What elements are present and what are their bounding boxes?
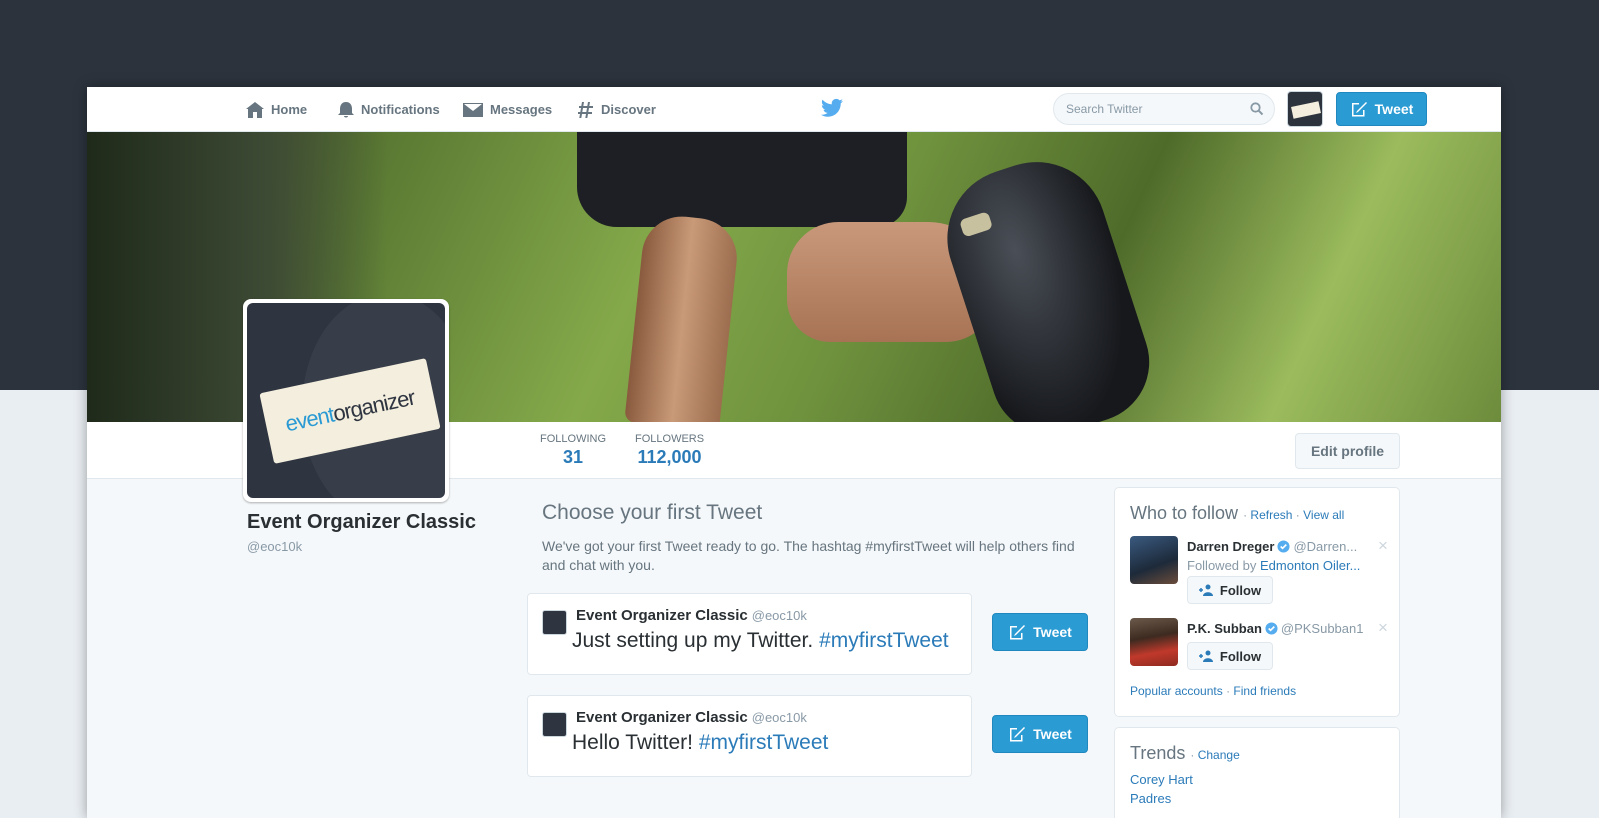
follow-button[interactable]: Follow xyxy=(1187,642,1273,670)
followed-by: Followed by Edmonton Oiler... xyxy=(1187,558,1361,573)
following-label: FOLLOWING xyxy=(540,433,607,445)
send-tweet-button[interactable]: Tweet xyxy=(992,613,1088,651)
find-friends-link[interactable]: Find friends xyxy=(1233,684,1296,698)
compose-tweet-button[interactable]: Tweet xyxy=(1336,92,1427,126)
nav-avatar[interactable] xyxy=(1287,91,1323,127)
hashtag-icon xyxy=(578,101,593,118)
nav-messages[interactable]: Messages xyxy=(462,87,552,132)
compose-icon xyxy=(1010,625,1026,640)
tweet-author-avatar xyxy=(542,610,567,635)
dismiss-icon[interactable]: × xyxy=(1378,618,1388,638)
who-to-follow-footer: Popular accounts · Find friends xyxy=(1130,684,1297,698)
suggestion-handle: @PKSubban1 xyxy=(1280,621,1364,636)
change-trends-link[interactable]: Change xyxy=(1198,748,1240,762)
nav-home[interactable]: Home xyxy=(245,87,307,132)
tweet-text: Just setting up my Twitter. #myfirstTwee… xyxy=(572,629,949,652)
follow-button[interactable]: Follow xyxy=(1187,576,1273,604)
tweet-author-avatar xyxy=(542,712,567,737)
tweet-suggestion-card: Event Organizer Classic @eoc10k Just sett… xyxy=(527,593,972,675)
trend-item[interactable]: Padres xyxy=(1130,791,1171,806)
who-to-follow-module: Who to follow · Refresh · View all Darre… xyxy=(1114,487,1400,717)
popular-accounts-link[interactable]: Popular accounts xyxy=(1130,684,1223,698)
search-input[interactable] xyxy=(1066,102,1236,116)
suggestion-name[interactable]: Darren Dreger xyxy=(1187,539,1274,554)
view-all-link[interactable]: View all xyxy=(1303,508,1344,522)
trend-item[interactable]: Corey Hart xyxy=(1130,772,1193,787)
profile-handle[interactable]: @eoc10k xyxy=(247,539,302,554)
dismiss-icon[interactable]: × xyxy=(1378,536,1388,556)
stat-following[interactable]: FOLLOWING 31 xyxy=(540,433,606,468)
trends-title: Trends · Change xyxy=(1130,743,1240,763)
nav-messages-label: Messages xyxy=(490,102,553,117)
compose-icon xyxy=(1010,727,1026,742)
followers-count: 112,000 xyxy=(637,447,702,467)
nav-notifications-label: Notifications xyxy=(361,102,440,117)
edit-profile-button[interactable]: Edit profile xyxy=(1295,433,1400,469)
trends-module: Trends · Change Corey Hart Padres xyxy=(1114,727,1400,818)
compose-tweet-label: Tweet xyxy=(1374,101,1414,117)
add-user-icon xyxy=(1198,650,1213,662)
first-tweet-title: Choose your first Tweet xyxy=(542,501,763,524)
suggestion-avatar[interactable] xyxy=(1130,536,1178,584)
nav-discover-label: Discover xyxy=(601,102,656,117)
bell-icon xyxy=(338,101,354,117)
nav-discover[interactable]: Discover xyxy=(577,87,656,132)
tweet-text: Hello Twitter! #myfirstTweet xyxy=(572,731,829,754)
suggestion-name[interactable]: P.K. Subban xyxy=(1187,621,1262,636)
search-box[interactable] xyxy=(1053,93,1275,125)
tweet-author: Event Organizer Classic @eoc10k xyxy=(576,607,807,624)
who-to-follow-title: Who to follow · Refresh · View all xyxy=(1130,503,1345,523)
tweet-author: Event Organizer Classic @eoc10k xyxy=(576,709,807,726)
compose-icon xyxy=(1351,102,1367,117)
hashtag-link[interactable]: #myfirstTweet xyxy=(699,731,829,754)
top-nav: Home Notifications Messages Discover Twe… xyxy=(87,87,1501,132)
home-icon xyxy=(246,101,264,118)
twitter-window: Home Notifications Messages Discover Twe… xyxy=(87,87,1501,818)
followers-label: FOLLOWERS xyxy=(635,433,705,445)
suggestion-avatar[interactable] xyxy=(1130,618,1178,666)
twitter-bird-icon[interactable] xyxy=(821,98,843,118)
send-tweet-button[interactable]: Tweet xyxy=(992,715,1088,753)
nav-home-label: Home xyxy=(271,102,308,117)
verified-badge-icon xyxy=(1277,540,1290,553)
tweet-suggestion-card: Event Organizer Classic @eoc10k Hello Twi… xyxy=(527,695,972,777)
profile-name[interactable]: Event Organizer Classic xyxy=(247,511,476,534)
verified-badge-icon xyxy=(1265,622,1278,635)
hashtag-link[interactable]: #myfirstTweet xyxy=(819,629,949,652)
suggestion-handle: @Darren... xyxy=(1293,539,1358,554)
profile-avatar[interactable]: event organizer xyxy=(243,299,449,502)
envelope-icon xyxy=(463,102,483,117)
nav-notifications[interactable]: Notifications xyxy=(337,87,440,132)
refresh-link[interactable]: Refresh xyxy=(1250,508,1292,522)
search-icon[interactable] xyxy=(1250,102,1264,116)
following-count: 31 xyxy=(562,447,584,467)
stat-followers[interactable]: FOLLOWERS 112,000 xyxy=(635,433,704,468)
add-user-icon xyxy=(1198,584,1213,596)
first-tweet-description: We've got your first Tweet ready to go. … xyxy=(542,538,1075,573)
